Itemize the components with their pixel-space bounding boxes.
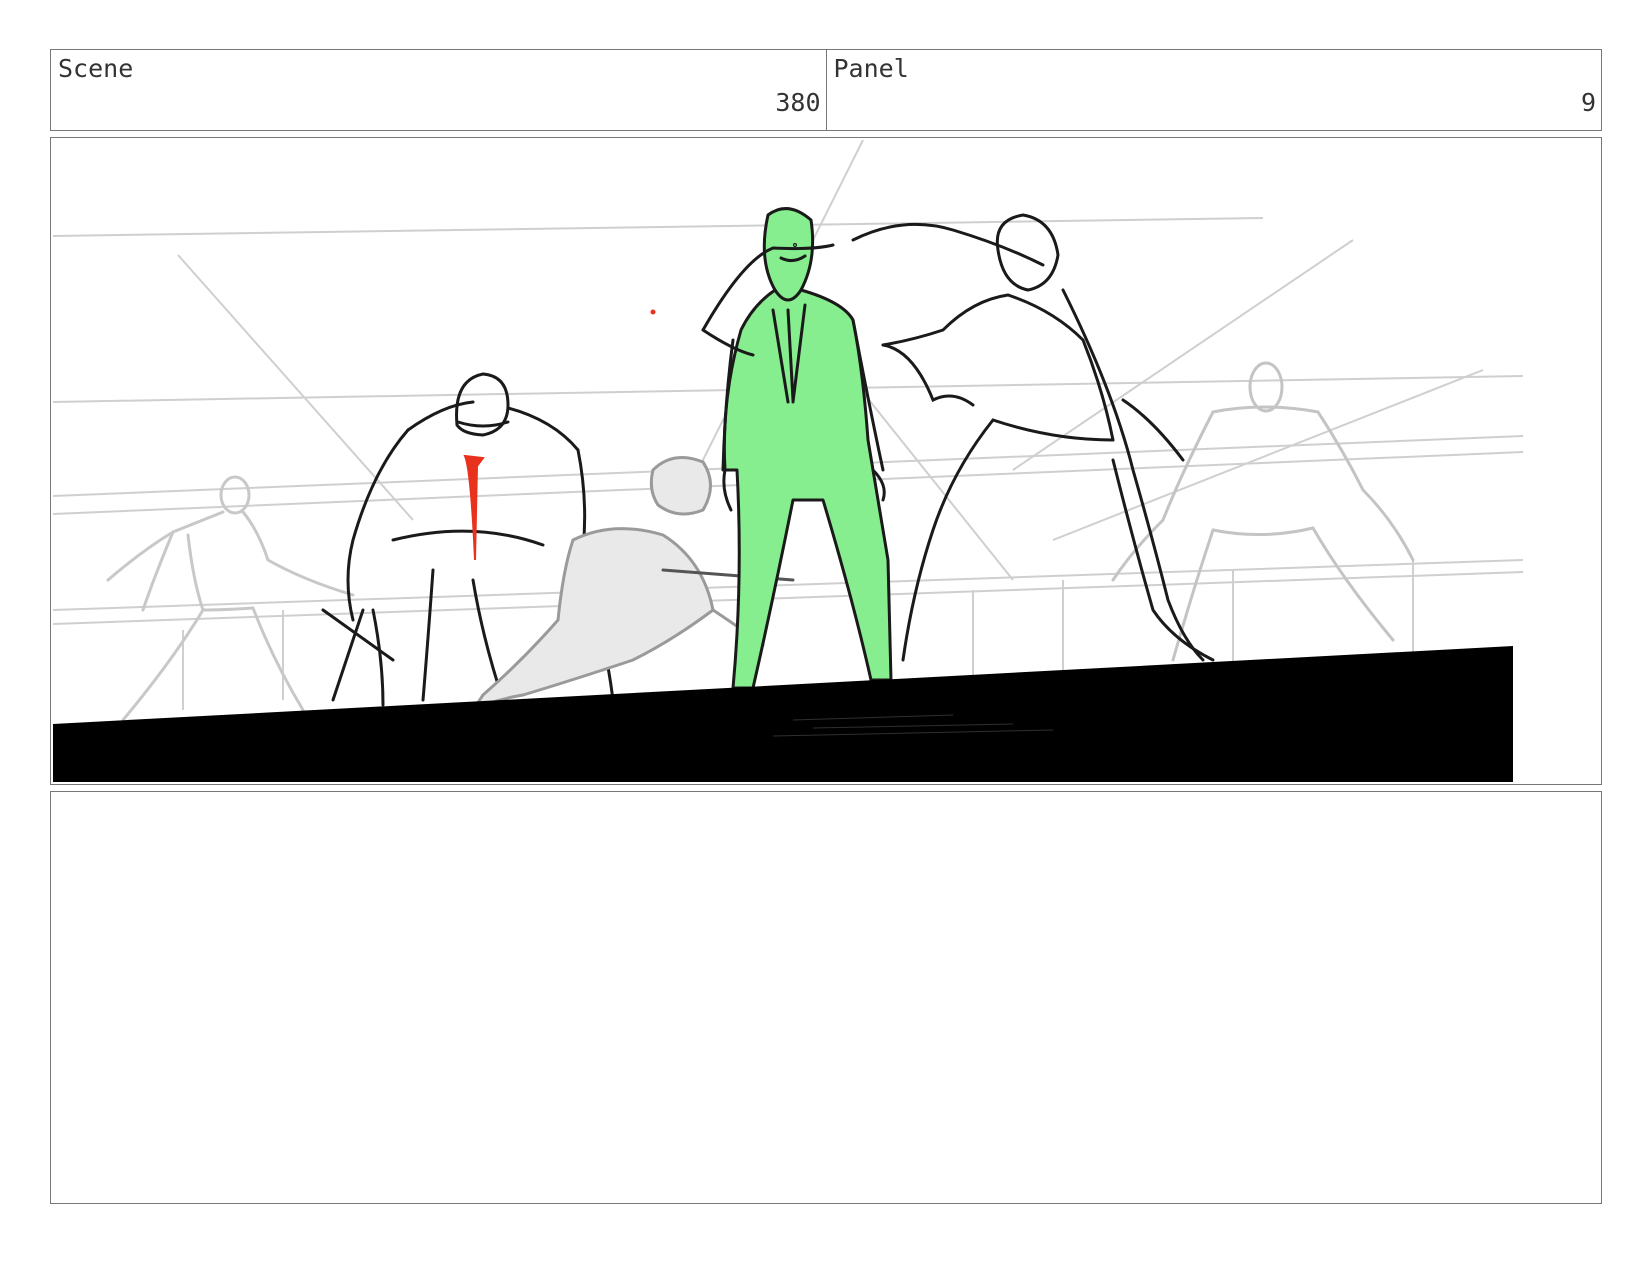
green-figure: [721, 207, 893, 690]
scene-number: 380: [775, 88, 821, 117]
storyboard-sketch: [53, 140, 1524, 782]
storyboard-frame: [50, 137, 1602, 785]
panel-number: 9: [1580, 88, 1596, 117]
ground-shadow: [53, 646, 1513, 782]
bg-fencer-left: [106, 475, 355, 722]
red-dot: [650, 309, 656, 315]
notes-box: [50, 791, 1602, 1204]
panel-header: Scene 380 Panel 9: [50, 49, 1602, 131]
scene-label: Scene: [58, 54, 134, 83]
red-tie: [463, 454, 485, 561]
panel-cell: Panel 9: [825, 50, 1602, 130]
scene-cell: Scene 380: [51, 50, 826, 130]
panel-label: Panel: [833, 54, 909, 83]
